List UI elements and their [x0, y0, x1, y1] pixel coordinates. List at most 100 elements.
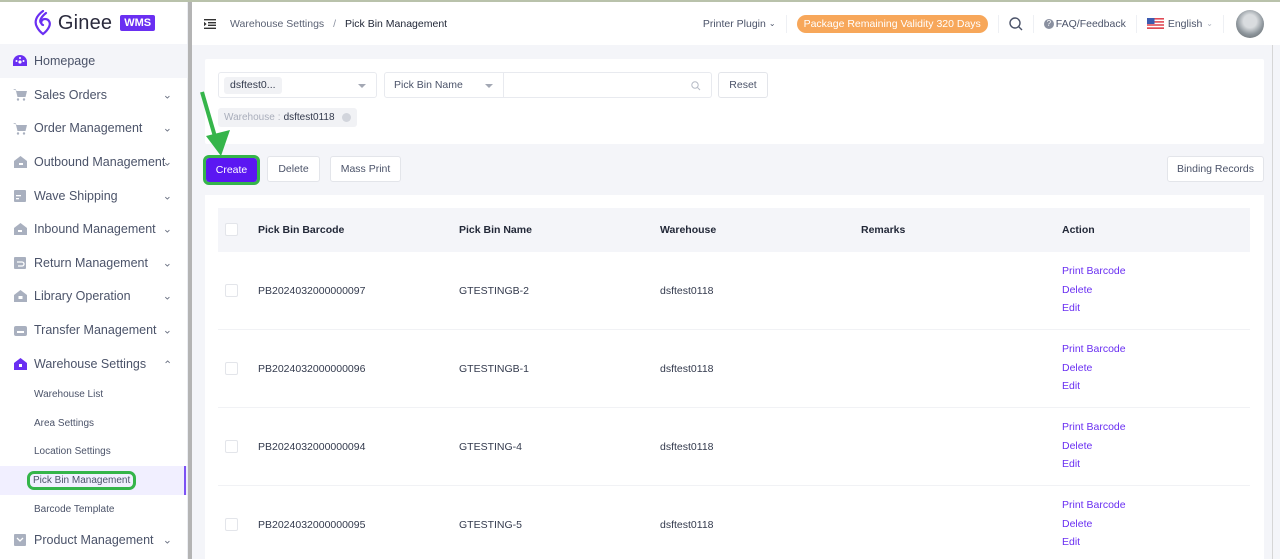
faq-feedback-link[interactable]: ? FAQ/Feedback [1034, 14, 1137, 33]
sidebar-item-outbound-management[interactable]: Outbound Management ⌄ [0, 145, 187, 179]
row-actions: Print Barcode Delete Edit [1062, 421, 1126, 471]
sidebar-subitem-barcode-template[interactable]: Barcode Template [0, 495, 187, 524]
transfer-icon [13, 323, 27, 337]
edit-link[interactable]: Edit [1062, 380, 1126, 393]
us-flag-icon [1146, 18, 1164, 29]
page-scrollbar[interactable] [1272, 45, 1280, 559]
sidebar-item-label: Outbound Management [34, 154, 166, 169]
sidebar-subitem-pick-bin-management[interactable]: Pick Bin Management [0, 466, 187, 495]
sidebar-item-wave-shipping[interactable]: Wave Shipping ⌄ [0, 179, 187, 213]
sidebar-item-product-management[interactable]: Product Management ⌄ [0, 523, 187, 557]
sidebar-item-sales-orders[interactable]: Sales Orders ⌄ [0, 78, 187, 112]
chevron-up-icon: ⌄ [162, 357, 172, 370]
library-icon [13, 289, 27, 303]
print-barcode-link[interactable]: Print Barcode [1062, 343, 1126, 356]
menu-collapse-icon[interactable] [204, 17, 218, 31]
cell-name: GTESTINGB-2 [459, 284, 530, 297]
header-actions: Printer Plugin ⌄ Package Remaining Valid… [693, 2, 1280, 45]
table-row: PB2024032000000097 GTESTINGB-2 dsftest0118… [218, 252, 1250, 330]
column-header: Action [1062, 224, 1095, 236]
reset-button[interactable]: Reset [718, 72, 768, 98]
search-input[interactable] [504, 73, 684, 97]
breadcrumb-parent[interactable]: Warehouse Settings [230, 18, 324, 30]
select-all-checkbox[interactable] [225, 223, 238, 236]
cell-warehouse: dsftest0118 [660, 362, 714, 375]
search-field-select[interactable]: Pick Bin Name [384, 72, 504, 98]
row-actions: Print Barcode Delete Edit [1062, 343, 1126, 393]
language-dropdown[interactable]: English ⌄ [1137, 14, 1224, 33]
sidebar-subitem-label: Barcode Template [34, 503, 115, 515]
chip-separator: : [277, 112, 281, 123]
chevron-down-icon: ⌄ [162, 534, 172, 547]
sidebar-item-order-management[interactable]: Order Management ⌄ [0, 112, 187, 146]
print-barcode-link[interactable]: Print Barcode [1062, 421, 1126, 434]
brand-badge: WMS [120, 15, 156, 31]
chevron-down-icon: ⌄ [162, 190, 172, 203]
warehouse-select[interactable]: dsftest0... [218, 72, 377, 98]
printer-plugin-label: Printer Plugin [702, 17, 766, 30]
mass-print-button[interactable]: Mass Print [330, 156, 401, 182]
sidebar-item-transfer-management[interactable]: Transfer Management ⌄ [0, 313, 187, 347]
sidebar-item-inbound-management[interactable]: Inbound Management ⌄ [0, 212, 187, 246]
chevron-down-icon: ⌄ [162, 290, 172, 303]
row-checkbox[interactable] [225, 284, 238, 297]
pick-bin-table: Pick Bin Barcode Pick Bin Name Warehouse… [205, 195, 1264, 559]
user-avatar[interactable] [1236, 9, 1264, 38]
warehouse-select-tag: dsftest0... [224, 77, 282, 94]
sidebar-item-label: Wave Shipping [34, 188, 118, 203]
row-checkbox[interactable] [225, 518, 238, 531]
edit-link[interactable]: Edit [1062, 458, 1126, 471]
edit-link[interactable]: Edit [1062, 536, 1126, 549]
sidebar-subitem-label: Location Settings [34, 446, 111, 458]
edit-link[interactable]: Edit [1062, 302, 1126, 315]
breadcrumb: Warehouse Settings / Pick Bin Management [230, 18, 447, 30]
sidebar-item-label: Warehouse Settings [34, 356, 147, 371]
sidebar-subitem-location-settings[interactable]: Location Settings [0, 438, 187, 467]
delete-link[interactable]: Delete [1062, 518, 1126, 531]
product-icon [13, 533, 27, 547]
sidebar-item-warehouse-settings[interactable]: Warehouse Settings ⌄ [0, 347, 187, 381]
sidebar-item-library-operation[interactable]: Library Operation ⌄ [0, 280, 187, 314]
sidebar-scrollbar[interactable] [188, 2, 192, 559]
sidebar-subitem-label: Warehouse List [34, 389, 104, 401]
logo[interactable]: Ginee WMS [0, 2, 187, 44]
sidebar-item-homepage[interactable]: Homepage [0, 44, 187, 78]
sidebar-subitem-area-settings[interactable]: Area Settings [0, 409, 187, 438]
sidebar-item-label: Product Management [34, 533, 154, 548]
clear-chip-icon[interactable] [341, 113, 351, 122]
package-validity-badge[interactable]: Package Remaining Validity 320 Days [796, 14, 988, 33]
chevron-down-icon: ⌄ [162, 89, 172, 102]
delete-link[interactable]: Delete [1062, 284, 1126, 297]
delete-link[interactable]: Delete [1062, 440, 1126, 453]
create-button[interactable]: Create [203, 155, 260, 185]
print-barcode-link[interactable]: Print Barcode [1062, 499, 1126, 512]
cell-warehouse: dsftest0118 [660, 440, 714, 453]
cart-icon [13, 88, 27, 102]
breadcrumb-current: Pick Bin Management [344, 17, 448, 30]
warehouse-icon [13, 357, 27, 371]
search-button[interactable] [999, 14, 1034, 33]
chevron-down-icon: ⌄ [1206, 19, 1213, 28]
delete-button[interactable]: Delete [267, 156, 320, 182]
column-header: Pick Bin Barcode [258, 224, 345, 236]
language-label: English [1167, 17, 1203, 30]
cell-warehouse: dsftest0118 [660, 284, 714, 297]
table-row: PB2024032000000094 GTESTING-4 dsftest0118 P… [218, 408, 1250, 486]
cell-name: GTESTING-4 [459, 440, 523, 453]
printer-plugin-dropdown[interactable]: Printer Plugin ⌄ [693, 14, 787, 33]
search-icon[interactable] [691, 81, 701, 91]
column-header: Pick Bin Name [459, 224, 532, 236]
faq-label: FAQ/Feedback [1055, 17, 1126, 30]
sidebar-item-return-management[interactable]: Return Management ⌄ [0, 246, 187, 280]
binding-records-button[interactable]: Binding Records [1167, 156, 1264, 182]
cell-name: GTESTING-5 [459, 518, 523, 531]
sidebar-item-label: Inbound Management [34, 222, 156, 237]
delete-link[interactable]: Delete [1062, 362, 1126, 375]
search-field-label: Pick Bin Name [394, 79, 463, 91]
sidebar-subitem-warehouse-list[interactable]: Warehouse List [0, 380, 187, 409]
print-barcode-link[interactable]: Print Barcode [1062, 265, 1126, 278]
cart-icon [13, 121, 27, 135]
outbound-icon [13, 155, 27, 169]
row-checkbox[interactable] [225, 440, 238, 453]
row-checkbox[interactable] [225, 362, 238, 375]
